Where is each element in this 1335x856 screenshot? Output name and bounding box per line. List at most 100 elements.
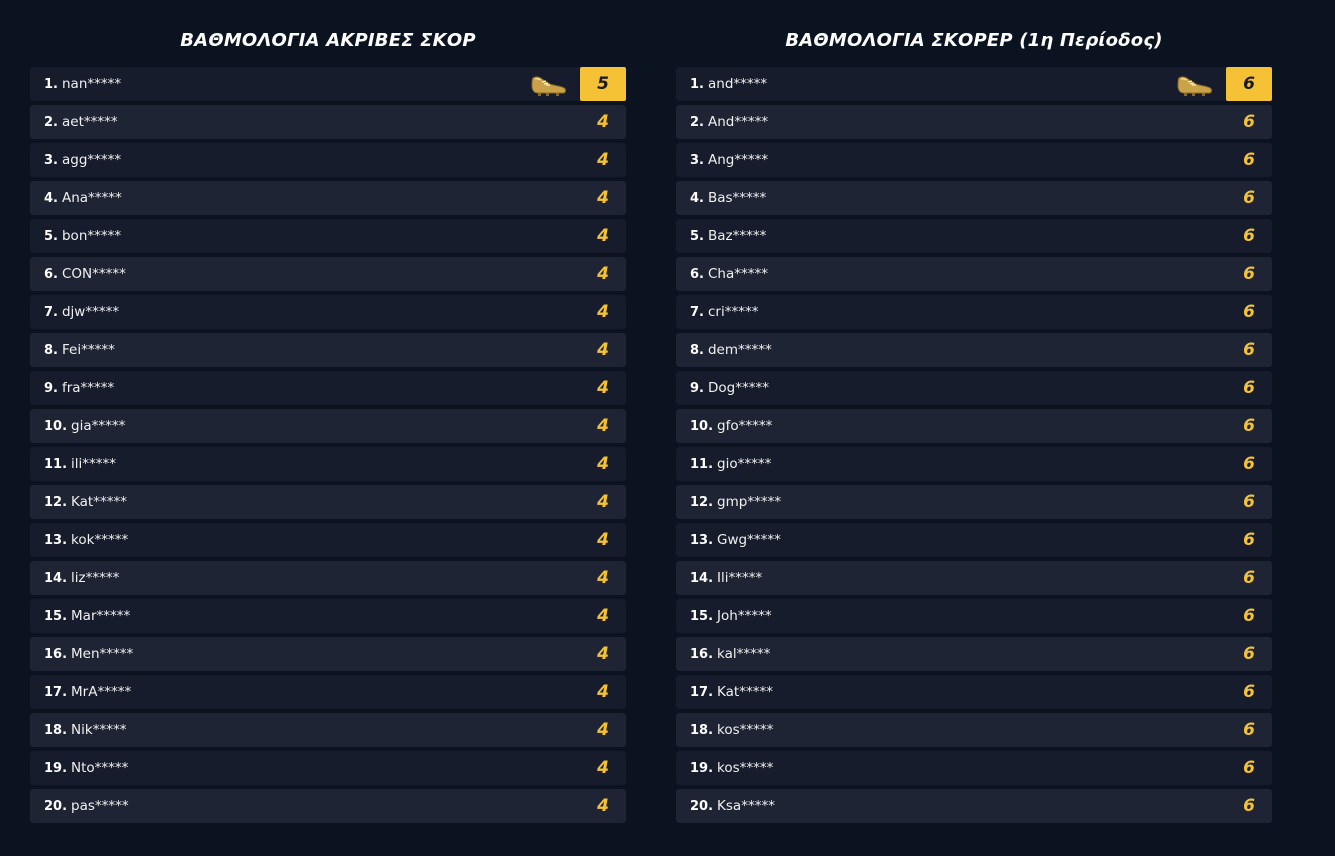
rank-number: 19. xyxy=(690,760,714,776)
points-value: 4 xyxy=(597,150,609,170)
points-value: 6 xyxy=(1243,606,1255,626)
leaderboard-row: 10. gia***** 4 xyxy=(30,409,626,443)
leaderboard-row: 1. and***** 6 xyxy=(676,67,1272,101)
player-name: bon***** xyxy=(61,228,122,244)
leaderboard-row: 3. agg***** 4 xyxy=(30,143,626,177)
points-value: 6 xyxy=(1243,264,1255,284)
points-value: 6 xyxy=(1243,340,1255,360)
player-name: fra***** xyxy=(61,380,115,396)
rank-number: 15. xyxy=(44,608,68,624)
leaderboard-row: 9. fra***** 4 xyxy=(30,371,626,405)
leaderboard-row: 15. Joh***** 6 xyxy=(676,599,1272,633)
rank-number: 16. xyxy=(44,646,68,662)
leaderboard-row: 19. kos***** 6 xyxy=(676,751,1272,785)
leaderboard-row: 4. Ana***** 4 xyxy=(30,181,626,215)
rank-number: 4. xyxy=(44,190,58,206)
exact-score-leaderboard: ΒΑΘΜΟΛΟΓΙΑ ΑΚΡΙΒΕΣ ΣΚΟΡ 1. nan***** 5 2. aet… xyxy=(30,0,626,827)
player-name: CON***** xyxy=(61,266,126,282)
leaderboards-page: ΒΑΘΜΟΛΟΓΙΑ ΑΚΡΙΒΕΣ ΣΚΟΡ 1. nan***** 5 2. aet… xyxy=(0,0,1335,856)
points-value: 4 xyxy=(597,112,609,132)
player-name: dem***** xyxy=(707,342,772,358)
player-name: And***** xyxy=(707,114,769,130)
player-name: and***** xyxy=(707,76,768,92)
leaderboard-row: 14. Ili***** 6 xyxy=(676,561,1272,595)
player-name: Kat***** xyxy=(717,684,773,700)
points-value: 4 xyxy=(597,264,609,284)
leaderboard-row: 14. liz***** 4 xyxy=(30,561,626,595)
points-value: 4 xyxy=(597,340,609,360)
rank-number: 3. xyxy=(44,152,58,168)
rank-number: 14. xyxy=(690,570,714,586)
player-name: MrA***** xyxy=(71,684,132,700)
player-name: Bas***** xyxy=(707,190,767,206)
points-value: 6 xyxy=(1243,112,1255,132)
player-name: Ili***** xyxy=(717,570,763,586)
points-value: 6 xyxy=(1243,530,1255,550)
rank-number: 4. xyxy=(690,190,704,206)
points-value: 4 xyxy=(597,188,609,208)
rank-number: 3. xyxy=(690,152,704,168)
rank-number: 9. xyxy=(44,380,58,396)
rank-number: 6. xyxy=(690,266,704,282)
leaderboard-row: 18. Nik***** 4 xyxy=(30,713,626,747)
player-name: gia***** xyxy=(71,418,126,434)
player-name: nan***** xyxy=(61,76,122,92)
player-name: pas***** xyxy=(71,798,129,814)
points-value: 4 xyxy=(597,720,609,740)
rank-number: 2. xyxy=(690,114,704,130)
player-name: Gwg***** xyxy=(717,532,781,548)
player-name: kos***** xyxy=(717,760,774,776)
leaderboard-row: 3. Ang***** 6 xyxy=(676,143,1272,177)
points-value: 4 xyxy=(597,682,609,702)
points-value: 4 xyxy=(597,796,609,816)
points-value: 4 xyxy=(597,758,609,778)
points-value: 4 xyxy=(597,644,609,664)
leaderboard-row: 6. Cha***** 6 xyxy=(676,257,1272,291)
rank-number: 17. xyxy=(44,684,68,700)
rank-number: 12. xyxy=(690,494,714,510)
rank-number: 1. xyxy=(44,76,58,92)
rank-number: 10. xyxy=(44,418,68,434)
points-value: 6 xyxy=(1243,416,1255,436)
rank-number: 8. xyxy=(690,342,704,358)
points-value: 6 xyxy=(1243,720,1255,740)
leaderboard-row: 5. bon***** 4 xyxy=(30,219,626,253)
leaderboard-row: 17. Kat***** 6 xyxy=(676,675,1272,709)
leaderboard-row: 7. djw***** 4 xyxy=(30,295,626,329)
player-name: kos***** xyxy=(717,722,774,738)
leaderboard-row: 18. kos***** 6 xyxy=(676,713,1272,747)
points-value: 4 xyxy=(597,606,609,626)
leaderboard-row: 17. MrA***** 4 xyxy=(30,675,626,709)
points-value: 6 xyxy=(1243,454,1255,474)
points-value: 4 xyxy=(597,302,609,322)
points-value: 6 xyxy=(1226,67,1272,101)
scorer-leaderboard: ΒΑΘΜΟΛΟΓΙΑ ΣΚΟΡΕΡ (1η Περίοδος) 1. and***… xyxy=(676,0,1272,827)
rank-number: 13. xyxy=(690,532,714,548)
leaderboard-row: 9. Dog***** 6 xyxy=(676,371,1272,405)
rank-number: 8. xyxy=(44,342,58,358)
player-name: Ksa***** xyxy=(717,798,775,814)
leaderboard-row: 13. kok***** 4 xyxy=(30,523,626,557)
player-name: Joh***** xyxy=(717,608,772,624)
points-value: 4 xyxy=(597,530,609,550)
leaderboard-rows: 1. nan***** 5 2. aet***** 4 3. agg***** 4 4. Ana**… xyxy=(30,67,626,823)
leaderboard-row: 11. ili***** 4 xyxy=(30,447,626,481)
leaderboard-row: 5. Baz***** 6 xyxy=(676,219,1272,253)
player-name: Nto***** xyxy=(71,760,129,776)
player-name: ili***** xyxy=(71,456,117,472)
player-name: Mar***** xyxy=(71,608,131,624)
points-value: 6 xyxy=(1243,644,1255,664)
player-name: Dog***** xyxy=(707,380,769,396)
leaderboard-row: 1. nan***** 5 xyxy=(30,67,626,101)
rank-number: 1. xyxy=(690,76,704,92)
points-value: 4 xyxy=(597,378,609,398)
rank-number: 16. xyxy=(690,646,714,662)
leaderboard-row: 11. gio***** 6 xyxy=(676,447,1272,481)
points-value: 6 xyxy=(1243,302,1255,322)
rank-number: 7. xyxy=(690,304,704,320)
player-name: djw***** xyxy=(61,304,120,320)
player-name: Cha***** xyxy=(707,266,768,282)
rank-number: 18. xyxy=(690,722,714,738)
player-name: Nik***** xyxy=(71,722,127,738)
leaderboard-row: 20. pas***** 4 xyxy=(30,789,626,823)
